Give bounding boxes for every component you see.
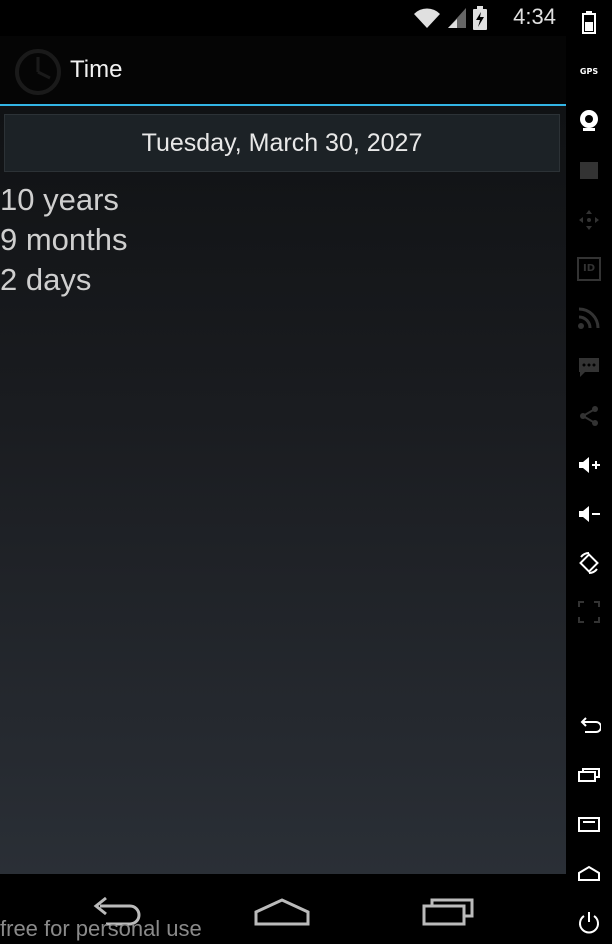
dpad-icon[interactable] bbox=[577, 208, 601, 232]
recent-apps-icon[interactable] bbox=[577, 763, 601, 787]
date-picker-button[interactable]: Tuesday, March 30, 2027 bbox=[4, 114, 560, 172]
message-icon[interactable] bbox=[577, 355, 601, 379]
home-icon[interactable] bbox=[252, 894, 312, 928]
elapsed-days: 2 days bbox=[0, 262, 92, 297]
wifi-icon bbox=[414, 8, 440, 28]
rotate-icon[interactable] bbox=[577, 551, 601, 575]
volume-up-icon[interactable] bbox=[577, 453, 601, 477]
clapperboard-icon[interactable] bbox=[577, 158, 601, 182]
status-icons bbox=[412, 6, 488, 30]
signal-icon bbox=[448, 8, 466, 28]
scale-icon[interactable] bbox=[577, 600, 601, 624]
recent-apps-icon[interactable] bbox=[420, 894, 480, 928]
camera-icon[interactable] bbox=[577, 108, 601, 132]
back-icon[interactable] bbox=[577, 714, 601, 738]
share-icon[interactable] bbox=[577, 404, 601, 428]
elapsed-years: 10 years bbox=[0, 182, 119, 217]
action-bar: Time bbox=[0, 36, 566, 106]
status-bar: 4:34 bbox=[0, 0, 566, 36]
emulator-side-toolbar: GPS ID bbox=[566, 0, 612, 944]
status-time: 4:34 bbox=[513, 4, 556, 29]
battery-icon[interactable] bbox=[577, 10, 601, 34]
battery-charging-icon bbox=[473, 6, 487, 30]
app-title: Time bbox=[70, 56, 123, 83]
device-screen: 4:34 Time Tuesday, March 30, 2027 10 yea… bbox=[0, 0, 566, 944]
home-icon[interactable] bbox=[577, 861, 601, 885]
app-clock-icon[interactable] bbox=[14, 48, 62, 96]
rss-icon[interactable] bbox=[577, 306, 601, 330]
menu-icon[interactable] bbox=[577, 812, 601, 836]
watermark: free for personal use bbox=[0, 916, 202, 941]
power-icon[interactable] bbox=[577, 910, 601, 934]
elapsed-months: 9 months bbox=[0, 222, 128, 257]
main-content: Tuesday, March 30, 2027 10 years 9 month… bbox=[0, 106, 566, 874]
gps-icon[interactable]: GPS bbox=[577, 60, 601, 84]
volume-down-icon[interactable] bbox=[577, 502, 601, 526]
id-icon[interactable]: ID bbox=[577, 257, 601, 281]
